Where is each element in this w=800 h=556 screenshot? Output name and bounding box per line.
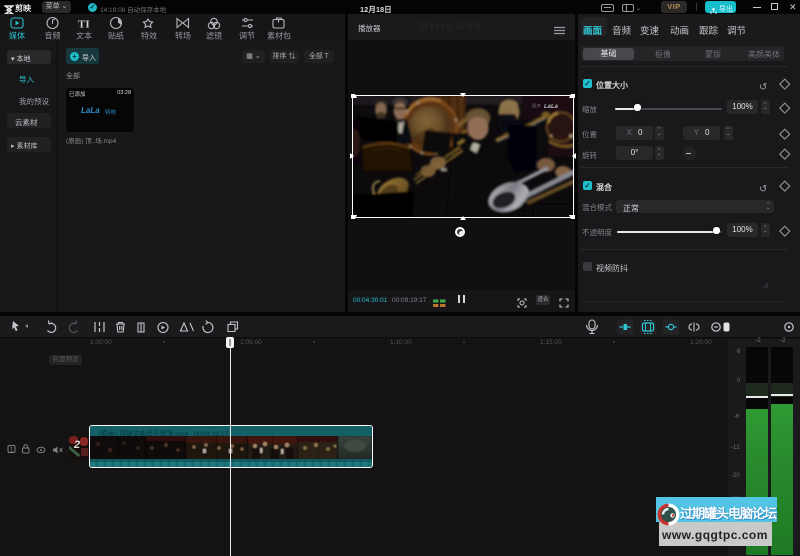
svg-text:贴纸: 贴纸 [108,31,124,41]
svg-text:TI: TI [78,19,90,31]
svg-text:音频: 音频 [45,31,61,41]
svg-text:调节: 调节 [239,32,255,41]
svg-text:文本: 文本 [76,31,92,41]
svg-text:滤镜: 滤镜 [206,31,222,41]
svg-text:特效: 特效 [141,31,157,41]
svg-text:媒体: 媒体 [9,31,25,41]
svg-text:转场: 转场 [175,31,191,41]
svg-text:素材包: 素材包 [267,31,291,41]
